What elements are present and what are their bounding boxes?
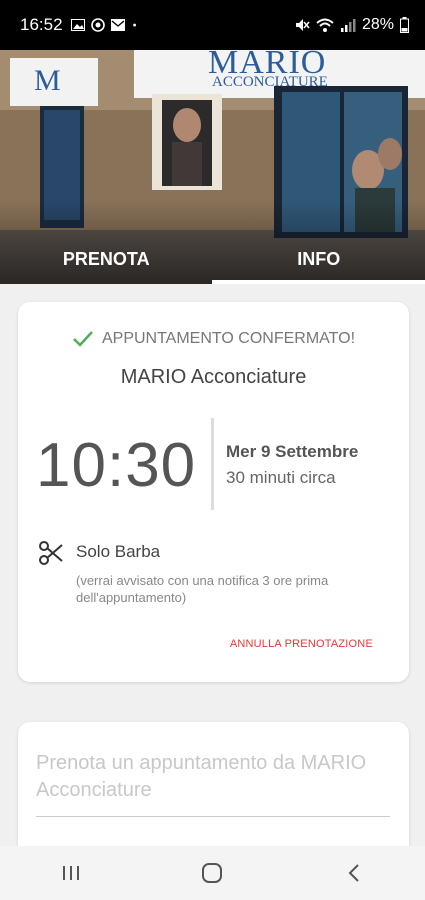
appointment-duration: 30 minuti circa (226, 468, 336, 487)
booking-prompt[interactable]: Prenota un appuntamento da MARIO Acconci… (36, 750, 376, 804)
check-icon (73, 331, 93, 347)
whatsapp-icon (90, 18, 105, 32)
scissors-icon (39, 541, 63, 565)
battery-percent: 28% (361, 16, 394, 33)
image-icon (70, 19, 85, 31)
appointment-time: 10:30 (36, 431, 197, 500)
notification-notice: (verrai avvisato con una notifica 3 ore … (76, 573, 329, 605)
dot-icon (132, 23, 136, 27)
sign-logo: M (34, 64, 61, 97)
recent-apps-icon (62, 866, 79, 880)
home-button[interactable] (182, 853, 242, 893)
battery-icon (400, 17, 409, 33)
appointment-date: Mer 9 Settembre (226, 442, 359, 461)
back-icon (348, 864, 359, 882)
tab-info[interactable]: INFO (213, 234, 425, 284)
booking-card: Prenota un appuntamento da MARIO Acconci… (18, 722, 409, 862)
signal-icon (340, 19, 356, 32)
wifi-icon (316, 18, 334, 32)
shop-name: MARIO Acconciature (120, 366, 307, 388)
sign-subtitle: ACCONCIATURE (212, 74, 328, 90)
status-bar: 16:52 28% (0, 0, 425, 50)
status-time: 16:52 (20, 15, 63, 34)
cancel-booking-button[interactable]: ANNULLA PRENOTAZIONE (230, 638, 373, 650)
mute-icon (295, 19, 310, 31)
tab-prenota[interactable]: PRENOTA (0, 234, 213, 284)
recent-apps-button[interactable] (41, 853, 101, 893)
confirmation-header: APPUNTAMENTO CONFERMATO! (18, 330, 409, 348)
mail-icon (110, 19, 125, 31)
back-button[interactable] (324, 853, 384, 893)
divider (211, 418, 214, 510)
service-name: Solo Barba (76, 542, 161, 561)
booking-underline (36, 816, 390, 817)
confirmation-text: APPUNTAMENTO CONFERMATO! (101, 330, 356, 347)
appointment-card: APPUNTAMENTO CONFERMATO! MARIO Acconciat… (18, 302, 409, 682)
home-icon (202, 863, 223, 883)
tab-indicator (212, 280, 425, 284)
system-nav-bar (0, 846, 425, 900)
tab-bar: PRENOTA INFO (0, 234, 425, 284)
